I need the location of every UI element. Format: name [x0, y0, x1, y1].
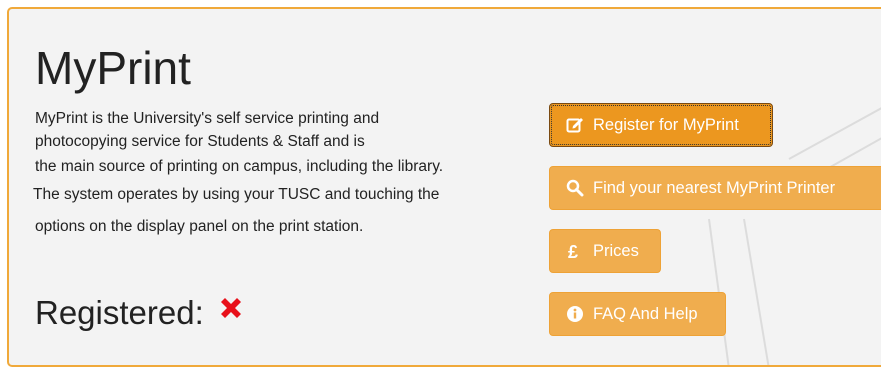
search-icon [566, 179, 584, 197]
prices-button[interactable]: £ Prices [549, 229, 661, 273]
myprint-panel: MyPrint MyPrint is the University's self… [7, 7, 881, 367]
register-button[interactable]: Register for MyPrint [549, 103, 773, 147]
description-line: options on the display panel on the prin… [35, 218, 364, 235]
svg-text:£: £ [568, 242, 578, 260]
description: MyPrint is the University's self service… [33, 107, 553, 238]
prices-button-label: Prices [593, 241, 639, 260]
faq-button-label: FAQ And Help [593, 304, 698, 323]
description-line: photocopying service for Students & Staf… [35, 133, 365, 150]
faq-button[interactable]: FAQ And Help [549, 292, 726, 336]
page-title: MyPrint [35, 42, 191, 94]
registration-status: Registered: [35, 296, 246, 329]
registered-label: Registered: [35, 294, 204, 331]
cross-icon [216, 293, 246, 323]
description-line: the main source of printing on campus, i… [35, 158, 444, 175]
edit-icon [566, 116, 584, 134]
register-button-label: Register for MyPrint [593, 115, 739, 134]
pound-icon: £ [566, 242, 584, 262]
info-icon [566, 305, 584, 323]
description-line: The system operates by using your TUSC a… [33, 186, 440, 203]
find-printer-button-label: Find your nearest MyPrint Printer [593, 178, 836, 197]
find-printer-button[interactable]: Find your nearest MyPrint Printer [549, 166, 881, 210]
description-line: MyPrint is the University's self service… [35, 110, 380, 127]
